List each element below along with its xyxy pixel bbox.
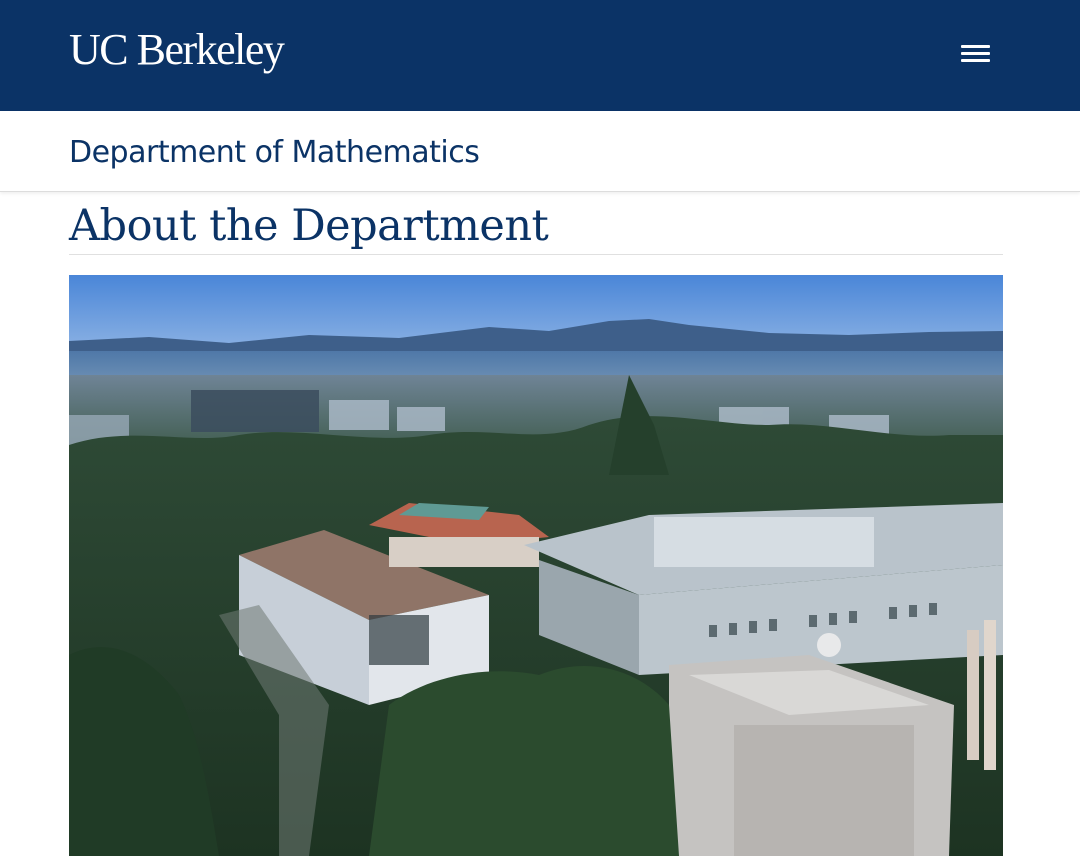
hamburger-menu-icon bbox=[961, 45, 990, 48]
page-title: About the Department bbox=[69, 201, 549, 251]
site-header: UC Berkeley bbox=[0, 0, 1080, 111]
hamburger-menu-icon-bar bbox=[961, 52, 990, 55]
campus-aerial-illustration bbox=[69, 275, 1003, 856]
hero-image bbox=[69, 275, 1003, 856]
uc-berkeley-logo[interactable]: UC Berkeley bbox=[69, 24, 285, 76]
department-name-link[interactable]: Department of Mathematics bbox=[69, 133, 480, 173]
title-divider bbox=[69, 254, 1003, 255]
department-bar: Department of Mathematics bbox=[0, 111, 1080, 192]
hamburger-menu-icon-bar bbox=[961, 59, 990, 62]
menu-button[interactable] bbox=[956, 38, 994, 70]
